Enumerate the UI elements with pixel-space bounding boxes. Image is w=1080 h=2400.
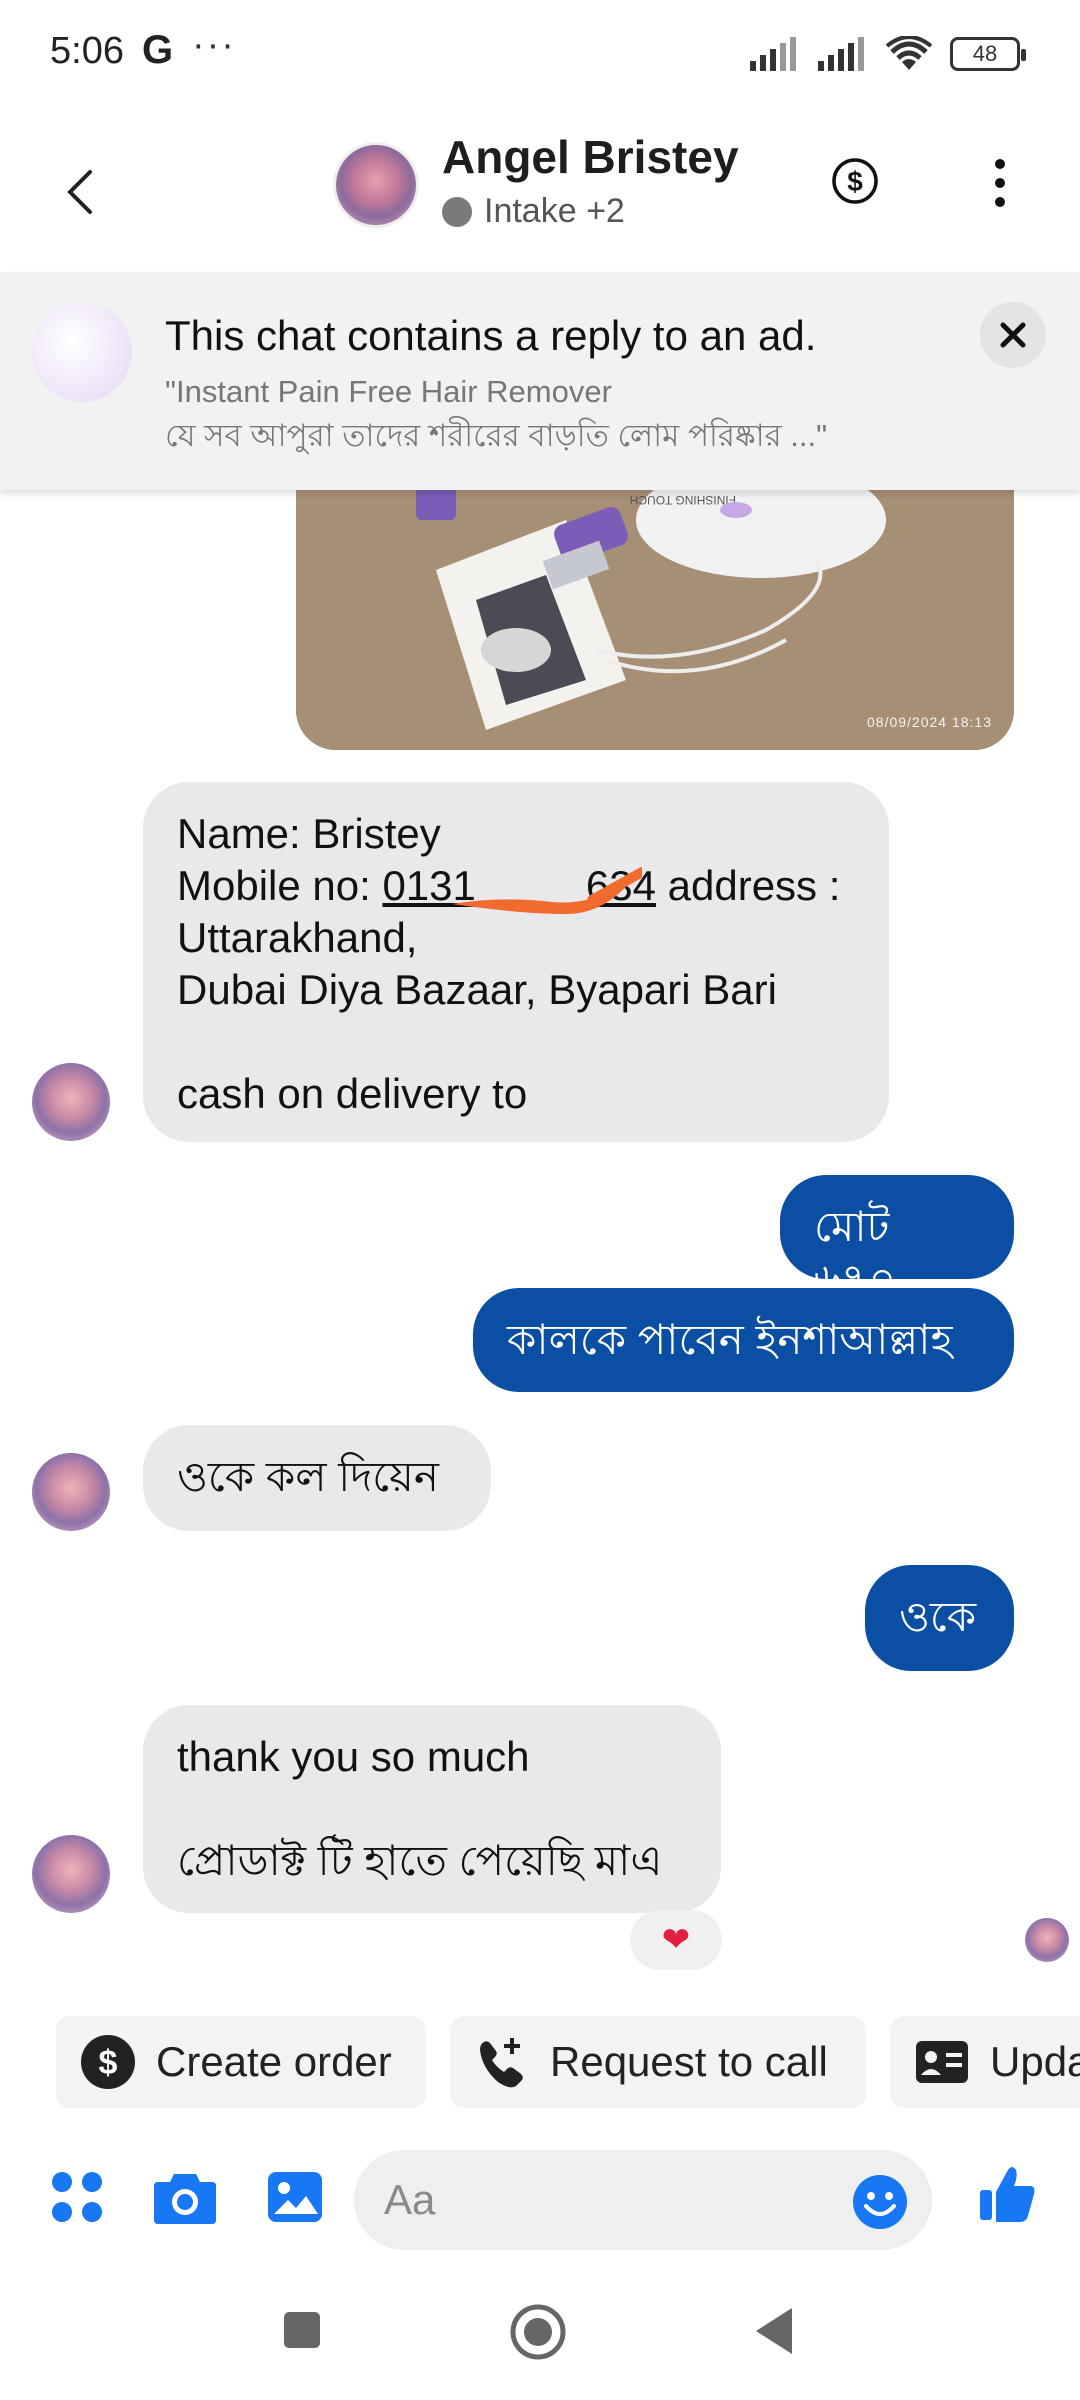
update-chip[interactable]: Upda bbox=[890, 2016, 1080, 2108]
address-label: address : bbox=[655, 862, 841, 909]
svg-text:$: $ bbox=[847, 166, 863, 197]
redaction-scribble bbox=[452, 867, 643, 915]
ad-thumbnail bbox=[32, 302, 132, 402]
svg-text:FINISHING TOUCH: FINISHING TOUCH bbox=[630, 493, 736, 507]
sender-avatar[interactable] bbox=[32, 1835, 110, 1913]
contact-subtitle[interactable]: Intake +2 bbox=[442, 192, 625, 231]
dollar-circle-icon: $ bbox=[81, 2035, 135, 2089]
request-call-chip[interactable]: Request to call bbox=[450, 2016, 866, 2108]
create-order-chip[interactable]: $ Create order bbox=[56, 2016, 426, 2108]
quick-actions-bar: $ Create order Request to call Upda bbox=[0, 2016, 1080, 2108]
message-incoming-address[interactable]: Name: Bristey Mobile no: 0131634 address… bbox=[143, 782, 889, 1142]
status-bar: 5:06 G ··· 48 bbox=[0, 0, 1080, 110]
photo-timestamp: 08/09/2024 18:13 bbox=[867, 714, 992, 730]
message-line-phone: Mobile no: 0131634 address : bbox=[177, 860, 855, 915]
svg-text:$: $ bbox=[99, 2044, 118, 2082]
back-button-icon[interactable] bbox=[752, 2306, 796, 2356]
recents-button-icon[interactable] bbox=[282, 2310, 322, 2350]
battery-icon: 48 bbox=[950, 37, 1026, 71]
signal-icon bbox=[750, 37, 796, 71]
message-line: Dubai Diya Bazaar, Byapari Bari bbox=[177, 966, 777, 1013]
dollar-icon[interactable]: $ bbox=[830, 156, 880, 206]
ad-reply-banner[interactable]: This chat contains a reply to an ad. "In… bbox=[0, 272, 1080, 490]
ad-banner-line-2: যে সব আপুরা তাদের শরীরের বাড়তি লোম পরিষ… bbox=[165, 418, 828, 453]
heart-icon: ❤ bbox=[661, 1921, 691, 1959]
phone-number[interactable]: 0131634 bbox=[382, 862, 656, 915]
message-composer bbox=[0, 2140, 1080, 2260]
sender-avatar[interactable] bbox=[32, 1453, 110, 1531]
message-line: thank you so much bbox=[177, 1733, 530, 1780]
update-label: Upda bbox=[990, 2038, 1080, 2085]
product-photo[interactable]: FINISHING TOUCH 08/09/2024 18:13 bbox=[296, 460, 1014, 750]
more-options-icon[interactable] bbox=[980, 156, 1020, 210]
message-incoming[interactable]: ওকে কল দিয়েন bbox=[143, 1425, 491, 1531]
home-button-icon[interactable] bbox=[510, 2304, 566, 2360]
contact-label: Intake +2 bbox=[484, 192, 625, 230]
message-outgoing[interactable]: ওকে bbox=[865, 1565, 1014, 1671]
chat-header: Angel Bristey Intake +2 $ bbox=[0, 110, 1080, 270]
product-image: FINISHING TOUCH bbox=[296, 460, 1014, 750]
ad-banner-title: This chat contains a reply to an ad. bbox=[165, 312, 817, 359]
apps-grid-icon[interactable] bbox=[50, 2170, 104, 2224]
request-call-label: Request to call bbox=[550, 2038, 828, 2085]
more-notifications-icon: ··· bbox=[192, 24, 236, 66]
ad-banner-line-1: "Instant Pain Free Hair Remover bbox=[165, 374, 612, 409]
camera-icon[interactable] bbox=[154, 2170, 216, 2224]
status-icons: 48 bbox=[750, 34, 1026, 74]
message-text: ওকে bbox=[899, 1593, 977, 1640]
status-time: 5:06 bbox=[50, 30, 124, 72]
close-icon bbox=[1000, 322, 1026, 348]
google-icon: G bbox=[142, 28, 174, 72]
message-input[interactable] bbox=[384, 2150, 844, 2250]
emoji-icon[interactable] bbox=[852, 2174, 908, 2230]
system-nav-bar bbox=[0, 2290, 1080, 2400]
sender-avatar[interactable] bbox=[32, 1063, 110, 1141]
message-line: cash on delivery to bbox=[177, 1070, 528, 1117]
message-text: কালকে পাবেন ইনশাআল্লাহ bbox=[507, 1316, 953, 1363]
wifi-icon bbox=[886, 36, 932, 70]
close-banner-button[interactable] bbox=[980, 302, 1046, 368]
message-text: ওকে কল দিয়েন bbox=[177, 1453, 439, 1500]
heart-reaction[interactable]: ❤ bbox=[630, 1910, 722, 1970]
message-line: প্রোডাক্ট টি হাতে পেয়েছি মাএ bbox=[177, 1837, 663, 1884]
contact-card-icon bbox=[916, 2041, 968, 2083]
message-outgoing[interactable]: মোট ৬৭০ bbox=[780, 1175, 1014, 1302]
contact-avatar[interactable] bbox=[333, 142, 419, 228]
seen-avatar bbox=[1025, 1918, 1069, 1962]
contact-name[interactable]: Angel Bristey bbox=[442, 130, 739, 184]
signal-icon-2 bbox=[818, 37, 864, 71]
message-input-wrapper bbox=[354, 2150, 932, 2250]
gallery-icon[interactable] bbox=[266, 2170, 324, 2224]
phone-plus-icon bbox=[480, 2038, 523, 2088]
back-arrow-icon[interactable] bbox=[52, 152, 112, 232]
message-outgoing[interactable]: কালকে পাবেন ইনশাআল্লাহ bbox=[473, 1288, 1014, 1392]
thumbs-up-icon[interactable] bbox=[978, 2164, 1036, 2224]
status-dot bbox=[442, 196, 472, 227]
phone-label: Mobile no: bbox=[177, 862, 383, 909]
message-line: Name: Bristey bbox=[177, 810, 441, 857]
message-incoming[interactable]: thank you so much প্রোডাক্ট টি হাতে পেয়… bbox=[143, 1705, 721, 1913]
create-order-label: Create order bbox=[156, 2038, 392, 2085]
